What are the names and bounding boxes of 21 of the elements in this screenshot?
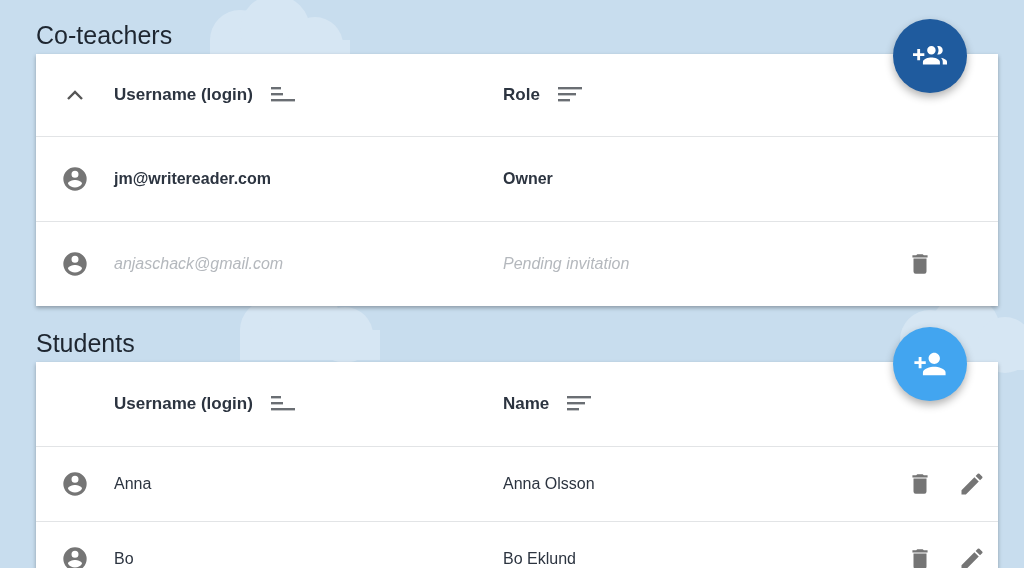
add-person-button[interactable] xyxy=(893,327,967,401)
sort-icon[interactable] xyxy=(567,396,592,412)
column-header[interactable]: Username (login) xyxy=(114,394,253,414)
table-cell-text: Pending invitation xyxy=(503,255,631,273)
column-header[interactable]: Role xyxy=(503,85,540,105)
column-header[interactable]: Name xyxy=(503,394,550,414)
table-cell-text: jm@writereader.com xyxy=(114,170,272,188)
table-cell-text: Bo xyxy=(114,550,135,568)
sort-icon[interactable] xyxy=(557,87,582,103)
section-title: Co-teachers xyxy=(36,20,174,50)
table-cell-text: Anna xyxy=(114,475,153,493)
chevron-icon[interactable] xyxy=(65,89,85,101)
sort-icon[interactable] xyxy=(270,87,295,103)
table-cell-text: Bo Eklund xyxy=(503,550,577,568)
sort-icon[interactable] xyxy=(270,396,295,412)
table-cell-text: Owner xyxy=(503,170,554,188)
column-header[interactable]: Username (login) xyxy=(114,85,253,105)
add-group-button[interactable] xyxy=(893,19,967,93)
table-cell-text: Anna Olsson xyxy=(503,475,596,493)
table-cell-text: anjaschack@gmail.com xyxy=(114,255,285,273)
section-title: Students xyxy=(36,328,136,358)
